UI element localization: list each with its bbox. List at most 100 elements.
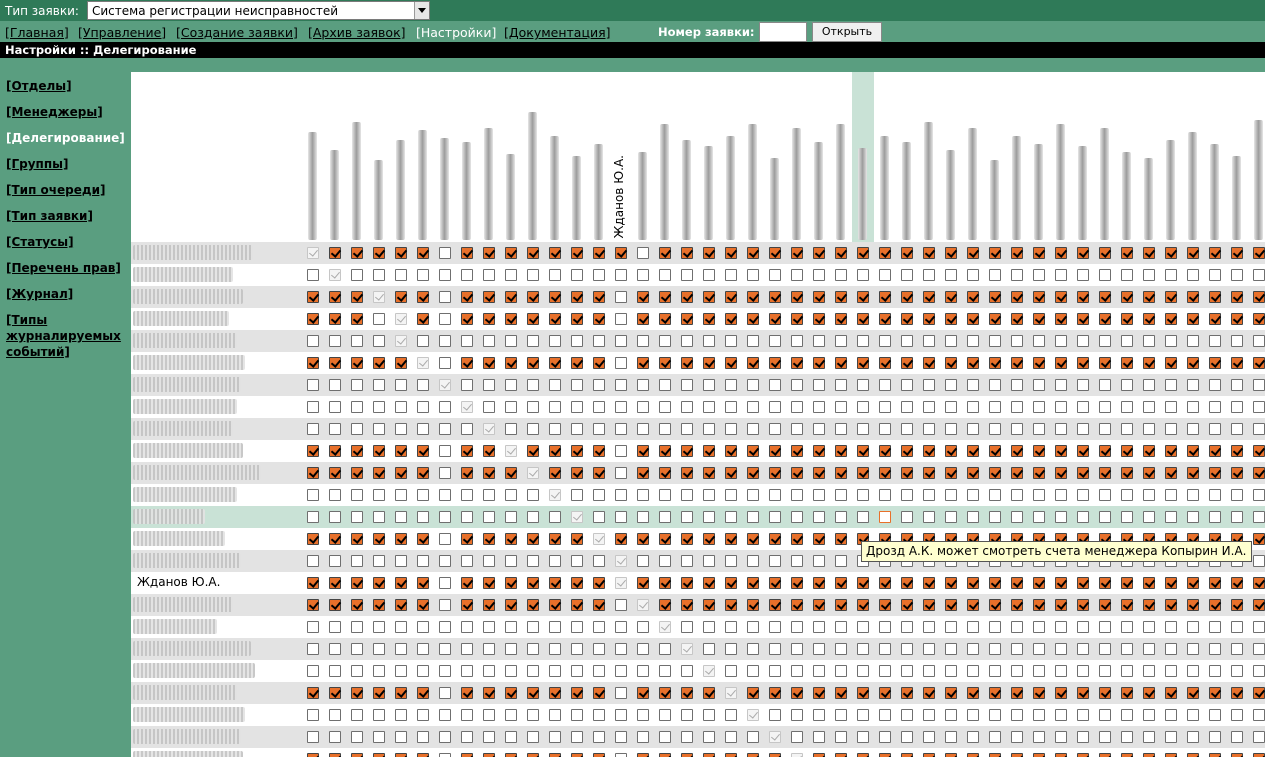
delegation-checkbox[interactable] <box>439 489 451 501</box>
delegation-checkbox[interactable] <box>681 555 693 567</box>
delegation-checkbox[interactable] <box>571 247 583 259</box>
delegation-checkbox[interactable] <box>1121 687 1133 699</box>
delegation-checkbox[interactable] <box>637 489 649 501</box>
delegation-checkbox[interactable] <box>505 401 517 413</box>
delegation-checkbox[interactable] <box>1077 599 1089 611</box>
delegation-checkbox[interactable] <box>1055 247 1067 259</box>
delegation-checkbox[interactable] <box>1011 489 1023 501</box>
delegation-checkbox[interactable] <box>923 753 935 757</box>
delegation-checkbox[interactable] <box>527 423 539 435</box>
delegation-checkbox[interactable] <box>1033 313 1045 325</box>
delegation-checkbox[interactable] <box>1033 599 1045 611</box>
delegation-checkbox[interactable] <box>1099 665 1111 677</box>
delegation-checkbox[interactable] <box>1077 489 1089 501</box>
delegation-checkbox[interactable] <box>923 445 935 457</box>
sidebar-item-event-types[interactable]: [Типы журналируемых событий] <box>6 312 128 360</box>
delegation-checkbox[interactable] <box>1121 357 1133 369</box>
delegation-checkbox[interactable] <box>989 731 1001 743</box>
delegation-checkbox[interactable] <box>945 665 957 677</box>
delegation-checkbox[interactable] <box>703 247 715 259</box>
delegation-checkbox[interactable] <box>747 511 759 523</box>
delegation-checkbox[interactable] <box>1077 709 1089 721</box>
delegation-checkbox[interactable] <box>637 423 649 435</box>
delegation-checkbox[interactable] <box>395 291 407 303</box>
delegation-checkbox[interactable] <box>439 709 451 721</box>
delegation-checkbox[interactable] <box>681 467 693 479</box>
delegation-checkbox[interactable] <box>505 665 517 677</box>
delegation-checkbox[interactable] <box>1209 687 1221 699</box>
delegation-checkbox[interactable] <box>901 489 913 501</box>
delegation-checkbox[interactable] <box>923 247 935 259</box>
delegation-checkbox[interactable] <box>879 511 891 523</box>
delegation-checkbox[interactable] <box>1165 753 1177 757</box>
delegation-checkbox[interactable] <box>571 423 583 435</box>
delegation-checkbox[interactable] <box>549 401 561 413</box>
delegation-checkbox[interactable] <box>351 313 363 325</box>
delegation-checkbox[interactable] <box>307 599 319 611</box>
delegation-checkbox[interactable] <box>725 379 737 391</box>
delegation-checkbox[interactable] <box>1121 643 1133 655</box>
delegation-checkbox[interactable] <box>945 423 957 435</box>
delegation-checkbox[interactable] <box>857 709 869 721</box>
delegation-checkbox[interactable] <box>1143 269 1155 281</box>
delegation-checkbox[interactable] <box>989 313 1001 325</box>
delegation-checkbox[interactable] <box>395 357 407 369</box>
delegation-checkbox[interactable] <box>879 291 891 303</box>
delegation-checkbox[interactable] <box>1099 335 1111 347</box>
nav-link-archive[interactable]: [Архив заявок] <box>308 25 406 40</box>
delegation-checkbox[interactable] <box>681 313 693 325</box>
delegation-checkbox[interactable] <box>439 467 451 479</box>
delegation-checkbox[interactable] <box>637 555 649 567</box>
delegation-checkbox[interactable] <box>791 269 803 281</box>
delegation-checkbox[interactable] <box>549 511 561 523</box>
delegation-checkbox[interactable] <box>571 753 583 757</box>
delegation-checkbox[interactable] <box>879 445 891 457</box>
delegation-checkbox[interactable] <box>1253 665 1265 677</box>
delegation-checkbox[interactable] <box>1231 335 1243 347</box>
delegation-checkbox[interactable] <box>329 511 341 523</box>
delegation-checkbox[interactable] <box>1253 269 1265 281</box>
delegation-checkbox[interactable] <box>505 335 517 347</box>
delegation-checkbox[interactable] <box>1055 467 1067 479</box>
delegation-checkbox[interactable] <box>615 467 627 479</box>
delegation-checkbox[interactable] <box>571 577 583 589</box>
delegation-checkbox[interactable] <box>813 621 825 633</box>
delegation-checkbox[interactable] <box>725 489 737 501</box>
delegation-checkbox[interactable] <box>373 445 385 457</box>
delegation-checkbox[interactable] <box>923 423 935 435</box>
delegation-checkbox[interactable] <box>1077 357 1089 369</box>
delegation-checkbox[interactable] <box>857 269 869 281</box>
delegation-checkbox[interactable] <box>989 753 1001 757</box>
delegation-checkbox[interactable] <box>637 687 649 699</box>
delegation-checkbox[interactable] <box>1165 467 1177 479</box>
delegation-checkbox[interactable] <box>505 313 517 325</box>
delegation-checkbox[interactable] <box>835 379 847 391</box>
delegation-checkbox[interactable] <box>1143 621 1155 633</box>
delegation-checkbox[interactable] <box>417 401 429 413</box>
delegation-checkbox[interactable] <box>307 621 319 633</box>
delegation-checkbox[interactable] <box>659 401 671 413</box>
delegation-checkbox[interactable] <box>1187 709 1199 721</box>
delegation-checkbox[interactable] <box>857 687 869 699</box>
delegation-checkbox[interactable] <box>395 555 407 567</box>
delegation-checkbox[interactable] <box>351 335 363 347</box>
delegation-checkbox[interactable] <box>1253 313 1265 325</box>
delegation-checkbox[interactable] <box>1011 665 1023 677</box>
delegation-checkbox[interactable] <box>703 423 715 435</box>
delegation-checkbox[interactable] <box>593 357 605 369</box>
delegation-checkbox[interactable] <box>1055 291 1067 303</box>
delegation-checkbox[interactable] <box>747 445 759 457</box>
delegation-checkbox[interactable] <box>637 269 649 281</box>
delegation-checkbox[interactable] <box>1187 247 1199 259</box>
delegation-checkbox[interactable] <box>923 335 935 347</box>
delegation-checkbox[interactable] <box>1121 269 1133 281</box>
delegation-checkbox[interactable] <box>725 313 737 325</box>
delegation-checkbox[interactable] <box>659 445 671 457</box>
delegation-checkbox[interactable] <box>1231 423 1243 435</box>
delegation-checkbox[interactable] <box>461 335 473 347</box>
delegation-checkbox[interactable] <box>615 621 627 633</box>
delegation-checkbox[interactable] <box>747 269 759 281</box>
delegation-checkbox[interactable] <box>527 291 539 303</box>
delegation-checkbox[interactable] <box>1011 577 1023 589</box>
delegation-checkbox[interactable] <box>373 489 385 501</box>
